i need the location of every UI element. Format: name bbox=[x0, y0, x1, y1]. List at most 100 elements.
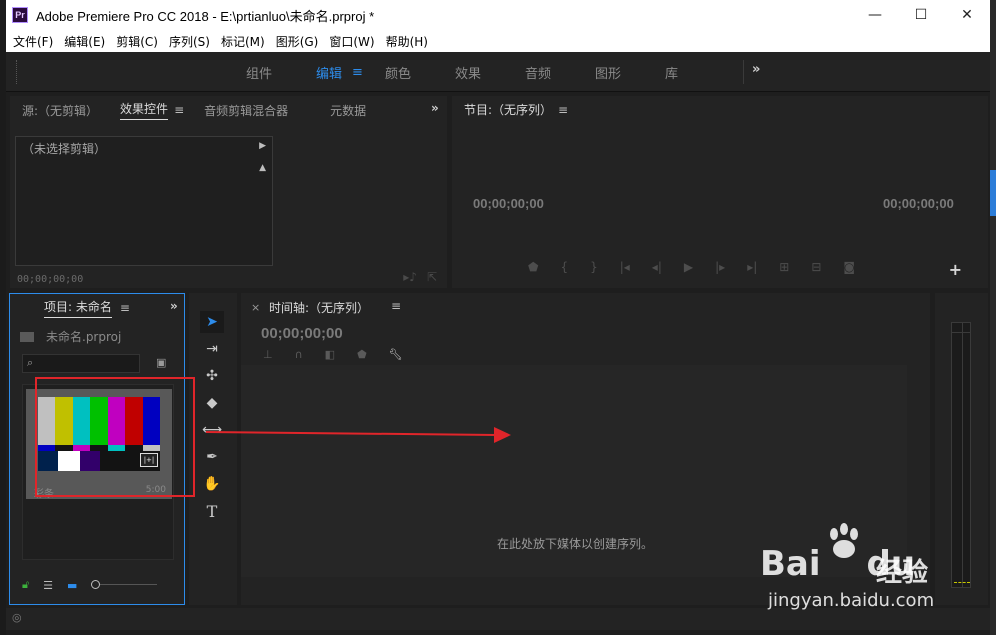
timeline-title[interactable]: 时间轴:（无序列） bbox=[269, 299, 369, 316]
export-icon[interactable]: ⇱ bbox=[427, 270, 437, 284]
menu-graphics[interactable]: 图形(G) bbox=[272, 33, 323, 50]
title-bar: Pr Adobe Premiere Pro CC 2018 - E:\prtia… bbox=[6, 0, 990, 30]
annotation-highlight-box bbox=[35, 377, 195, 497]
project-menu-icon[interactable]: ≡ bbox=[120, 301, 130, 315]
icon-view-icon[interactable]: ▬ bbox=[67, 579, 77, 592]
menu-clip[interactable]: 剪辑(C) bbox=[112, 33, 162, 50]
tab-source[interactable]: 源:（无剪辑） bbox=[22, 102, 98, 119]
hand-tool-icon[interactable]: ✋ bbox=[200, 473, 224, 495]
minimize-button[interactable]: — bbox=[852, 0, 898, 30]
premiere-app-icon: Pr bbox=[12, 7, 28, 23]
source-timecode: 00;00;00;00 bbox=[17, 274, 84, 285]
extract-icon[interactable]: ⊟ bbox=[811, 260, 821, 274]
workspace-tab-libraries[interactable]: 库 bbox=[665, 63, 678, 82]
source-panel: 源:（无剪辑） 效果控件 ≡ 音频剪辑混合器 元数据 » （未选择剪辑） ▶ ▲… bbox=[10, 96, 447, 288]
list-view-icon[interactable]: ☰ bbox=[43, 579, 53, 592]
menu-edit[interactable]: 编辑(E) bbox=[60, 33, 109, 50]
workspace-menu-icon[interactable]: ≡ bbox=[352, 65, 363, 80]
zoom-slider[interactable] bbox=[91, 580, 159, 590]
program-timecode-current[interactable]: 00;00;00;00 bbox=[473, 196, 544, 211]
project-footer: 🔓︎ ☰ ▬ bbox=[22, 578, 159, 592]
panel-overflow-icon[interactable]: » bbox=[431, 101, 439, 115]
workspace-tab-editing[interactable]: 编辑 bbox=[316, 63, 342, 82]
workspace-tab-assembly[interactable]: 组件 bbox=[246, 63, 272, 82]
menu-marker[interactable]: 标记(M) bbox=[217, 33, 269, 50]
type-tool-icon[interactable]: T bbox=[200, 500, 224, 522]
workspace-overflow-icon[interactable]: » bbox=[752, 62, 760, 77]
ripple-edit-tool-icon[interactable]: ✣ bbox=[200, 365, 224, 387]
scroll-indicator[interactable] bbox=[990, 170, 996, 216]
project-search-input[interactable]: ⌕ bbox=[22, 354, 140, 373]
mark-out-icon[interactable]: } bbox=[590, 260, 598, 274]
maximize-button[interactable]: ☐ bbox=[898, 0, 944, 30]
play-icon[interactable]: ▶ bbox=[684, 260, 693, 274]
window-right-edge bbox=[990, 0, 996, 635]
close-button[interactable]: ✕ bbox=[944, 0, 990, 30]
watermark-jingyan: 经验 bbox=[876, 558, 929, 588]
program-timecode-duration: 00;00;00;00 bbox=[883, 196, 954, 211]
menu-sequence[interactable]: 序列(S) bbox=[165, 33, 214, 50]
no-clip-label: （未选择剪辑） bbox=[22, 142, 107, 156]
project-overflow-icon[interactable]: » bbox=[170, 299, 178, 313]
workspace-grip[interactable] bbox=[16, 60, 18, 84]
new-bin-icon[interactable]: ▣ bbox=[156, 356, 166, 369]
step-forward-icon[interactable]: |▸ bbox=[715, 260, 725, 274]
timeline-menu-icon[interactable]: ≡ bbox=[391, 299, 401, 313]
drop-media-hint: 在此处放下媒体以创建序列。 bbox=[497, 537, 654, 551]
project-file-row: 未命名.prproj bbox=[20, 328, 121, 345]
linked-selection-icon[interactable]: ◧ bbox=[325, 348, 335, 361]
sync-icon[interactable]: ◎ bbox=[12, 611, 22, 624]
scroll-up-icon[interactable]: ▲ bbox=[259, 163, 266, 173]
tab-metadata[interactable]: 元数据 bbox=[330, 102, 366, 119]
tab-project[interactable]: 项目: 未命名 bbox=[44, 298, 112, 318]
menu-window[interactable]: 窗口(W) bbox=[325, 33, 378, 50]
window-title: Adobe Premiere Pro CC 2018 - E:\prtianlu… bbox=[36, 8, 375, 24]
menu-file[interactable]: 文件(F) bbox=[9, 33, 57, 50]
tab-program[interactable]: 节目:（无序列） bbox=[464, 101, 552, 120]
workspace-tab-graphics[interactable]: 图形 bbox=[595, 63, 621, 82]
snap-icon[interactable]: ∩ bbox=[295, 348, 303, 361]
mark-in-icon[interactable]: { bbox=[560, 260, 568, 274]
go-to-out-icon[interactable]: ▸| bbox=[747, 260, 757, 274]
workspace-divider bbox=[743, 60, 744, 84]
window-left-edge bbox=[0, 0, 6, 635]
go-to-in-icon[interactable]: |◂ bbox=[620, 260, 630, 274]
tab-effect-controls[interactable]: 效果控件 bbox=[120, 100, 169, 120]
timeline-timecode[interactable]: 00;00;00;00 bbox=[261, 325, 343, 342]
add-button-icon[interactable]: + bbox=[949, 260, 962, 279]
zoom-slider-handle[interactable] bbox=[91, 580, 101, 589]
program-monitor: 节目:（无序列） ≡ 00;00;00;00 00;00;00;00 ⬟ { }… bbox=[452, 96, 988, 288]
lock-icon[interactable]: 🔓︎ bbox=[22, 578, 29, 592]
folder-icon bbox=[20, 331, 34, 342]
insert-nest-icon[interactable]: ⊥ bbox=[263, 348, 273, 361]
add-marker-icon[interactable]: ⬟ bbox=[357, 348, 367, 361]
menu-bar: 文件(F) 编辑(E) 剪辑(C) 序列(S) 标记(M) 图形(G) 窗口(W… bbox=[6, 30, 990, 52]
timeline-settings-icon[interactable]: 🔧︎ bbox=[389, 348, 403, 361]
audio-level-indicator bbox=[954, 582, 970, 583]
playback-icon[interactable]: ▸♪ bbox=[403, 270, 417, 284]
expand-arrow-icon[interactable]: ▶ bbox=[259, 141, 266, 151]
annotation-arrow bbox=[206, 427, 511, 443]
lift-icon[interactable]: ⊞ bbox=[779, 260, 789, 274]
baidu-paw-logo bbox=[830, 523, 858, 558]
workspace-tab-audio[interactable]: 音频 bbox=[525, 63, 551, 82]
search-icon: ⌕ bbox=[27, 356, 34, 369]
selection-tool-icon[interactable]: ➤ bbox=[200, 311, 224, 333]
workspace-tab-effects[interactable]: 效果 bbox=[455, 63, 481, 82]
marker-icon[interactable]: ⬟ bbox=[528, 260, 538, 274]
watermark-url: jingyan.baidu.com bbox=[768, 590, 935, 611]
workspace-bar: 组件 编辑 ≡ 颜色 效果 音频 图形 库 » bbox=[6, 52, 990, 92]
export-frame-icon[interactable]: ◙ bbox=[843, 260, 855, 274]
razor-tool-icon[interactable]: ◆ bbox=[200, 392, 224, 414]
step-back-icon[interactable]: ◂| bbox=[652, 260, 662, 274]
menu-help[interactable]: 帮助(H) bbox=[382, 33, 432, 50]
project-file-name: 未命名.prproj bbox=[46, 330, 122, 344]
track-select-tool-icon[interactable]: ⇥ bbox=[200, 338, 224, 360]
workspace-tab-color[interactable]: 颜色 bbox=[385, 63, 411, 82]
program-menu-icon[interactable]: ≡ bbox=[558, 103, 568, 117]
timeline-close-icon[interactable]: × bbox=[251, 301, 260, 314]
effect-controls-area: （未选择剪辑） ▶ ▲ bbox=[15, 136, 273, 266]
tab-audio-clip-mixer[interactable]: 音频剪辑混合器 bbox=[204, 102, 288, 119]
baidu-jingyan-watermark: Bai du 经验 jingyan.baidu.com bbox=[760, 522, 950, 617]
effect-controls-menu-icon[interactable]: ≡ bbox=[174, 103, 184, 117]
